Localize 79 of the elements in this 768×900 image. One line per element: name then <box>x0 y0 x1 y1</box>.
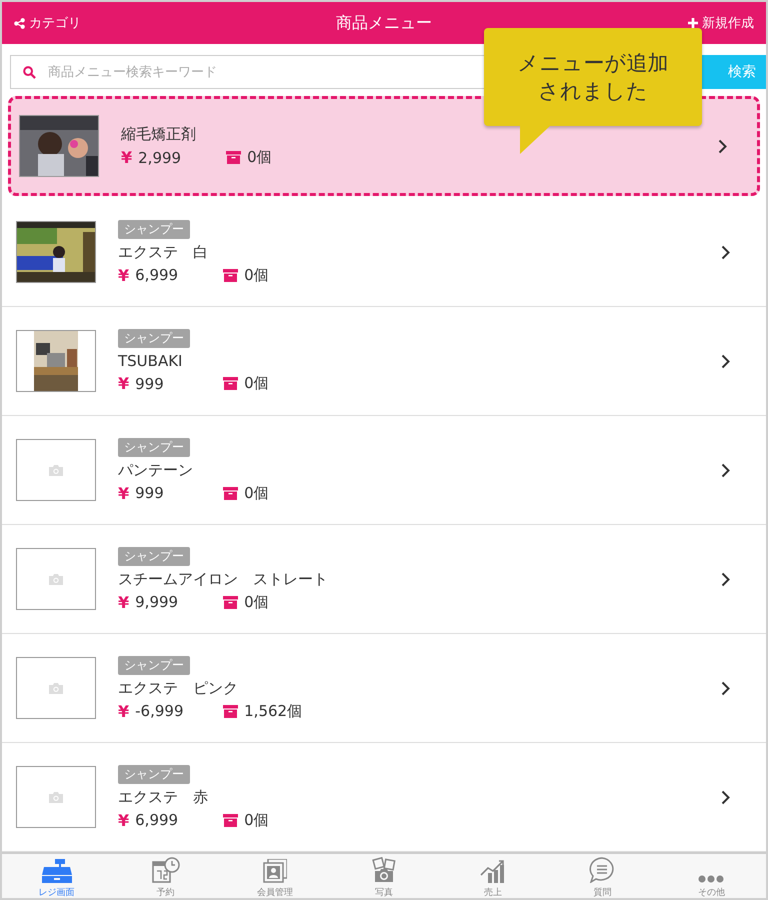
product-name: スチームアイロン ストレート <box>118 570 328 588</box>
share-icon <box>14 18 25 28</box>
cash-register-icon <box>40 859 73 883</box>
category-tag: シャンプー <box>118 546 190 566</box>
box-icon <box>223 814 238 826</box>
product-price: 999 <box>135 374 165 392</box>
chevron-icon <box>721 680 730 696</box>
added-toast: メニューが追加 されました <box>484 28 702 154</box>
product-price: 6,999 <box>135 811 180 829</box>
chat-bubble-icon <box>589 857 616 883</box>
chevron-icon <box>721 462 730 478</box>
product-price: 999 <box>135 484 165 502</box>
tab-item[interactable]: 会員管理 <box>220 854 330 898</box>
product-price: -6,999 <box>135 702 184 720</box>
tab-item[interactable]: 売上 <box>438 854 548 898</box>
camera-photos-icon <box>370 857 397 883</box>
tab-item[interactable]: 予約 <box>111 854 220 898</box>
category-tag: シャンプー <box>118 220 190 238</box>
yen-sign: ¥ <box>118 702 130 720</box>
camera-icon <box>49 682 63 694</box>
product-price: 6,999 <box>135 266 180 284</box>
chevron-icon <box>721 572 730 586</box>
chevron-icon <box>721 354 730 368</box>
stock-count: 0個 <box>244 810 269 830</box>
chevron-icon <box>721 244 730 260</box>
product-row[interactable]: シャンプー エクステ ピンク ¥ -6,999 1,562個 <box>2 634 766 743</box>
category-tag: シャンプー <box>118 438 190 456</box>
chart-icon <box>480 859 506 883</box>
product-name: TSUBAKI <box>118 352 182 370</box>
box-icon <box>223 268 238 282</box>
product-row[interactable]: シャンプー エクステ 白 ¥ 6,999 0個 <box>2 198 766 307</box>
tab-item[interactable]: その他 <box>656 854 766 898</box>
box-icon <box>223 486 238 500</box>
portrait-icon <box>262 859 287 883</box>
page-title: 商品メニュー <box>336 12 432 34</box>
search-icon <box>23 66 36 79</box>
camera-icon <box>49 464 63 476</box>
chevron-icon <box>721 790 730 804</box>
box-icon <box>226 151 242 164</box>
category-tag: シャンプー <box>118 656 190 674</box>
product-name: エクステ 白 <box>118 242 208 262</box>
yen-sign: ¥ <box>118 374 130 393</box>
stock-count: 1,562個 <box>244 702 302 720</box>
stock-count: 0個 <box>247 148 272 167</box>
yen-sign: ¥ <box>118 484 130 502</box>
more-icon <box>698 875 724 883</box>
camera-icon <box>49 574 63 584</box>
product-price: 9,999 <box>135 593 180 611</box>
box-icon <box>223 377 238 390</box>
stock-count: 0個 <box>244 266 269 284</box>
yen-sign: ¥ <box>118 810 130 830</box>
chevron-icon <box>718 138 727 154</box>
category-tag: シャンプー <box>118 764 190 784</box>
product-name: エクステ 赤 <box>118 788 208 806</box>
yen-sign: ¥ <box>118 266 130 284</box>
product-row[interactable]: シャンプー スチームアイロン ストレート ¥ 9,999 0個 <box>2 525 766 634</box>
yen-sign: ¥ <box>121 148 132 167</box>
calendar-clock-icon <box>152 857 180 883</box>
tab-item[interactable]: 写真 <box>329 854 439 898</box>
product-name: 縮毛矯正剤 <box>121 125 196 144</box>
box-icon <box>223 596 238 608</box>
tab-item[interactable]: 質問 <box>548 854 657 898</box>
product-price: 2,999 <box>138 148 182 166</box>
yen-sign: ¥ <box>118 592 130 612</box>
plus-icon <box>688 18 698 28</box>
product-row[interactable]: シャンプー パンテーン ¥ 999 0個 <box>2 416 766 525</box>
stock-count: 0個 <box>244 484 269 502</box>
tab-item[interactable]: レジ画面 <box>2 854 112 898</box>
category-tag: シャンプー <box>118 329 190 348</box>
product-row[interactable]: シャンプー TSUBAKI ¥ 999 0個 <box>2 307 766 416</box>
product-name: エクステ ピンク <box>118 678 238 698</box>
stock-count: 0個 <box>244 592 269 612</box>
product-name: パンテーン <box>118 460 193 480</box>
camera-icon <box>49 792 63 802</box>
toast-tail <box>520 126 550 154</box>
product-row[interactable]: シャンプー エクステ 赤 ¥ 6,999 0個 <box>2 743 766 852</box>
category-button[interactable]: カテゴリ <box>14 14 81 32</box>
stock-count: 0個 <box>244 374 269 393</box>
box-icon <box>223 704 238 718</box>
